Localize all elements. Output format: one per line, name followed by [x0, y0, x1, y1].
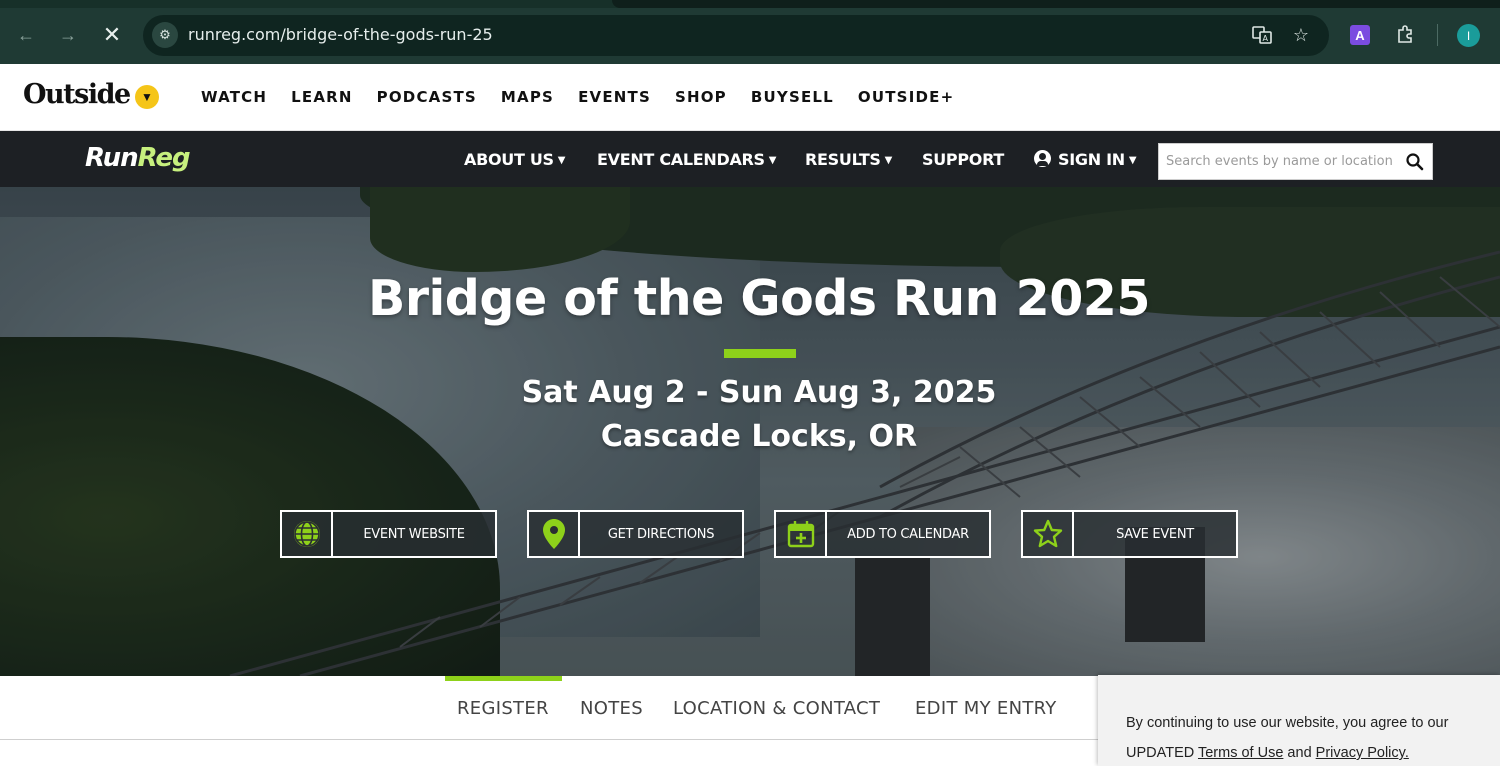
forward-arrow-icon[interactable]: →	[53, 20, 83, 50]
privacy-policy-link[interactable]: Privacy Policy.	[1316, 745, 1409, 761]
globe-icon	[282, 512, 333, 556]
nav-shop[interactable]: SHOP	[675, 88, 727, 106]
url-text[interactable]: runreg.com/bridge-of-the-gods-run-25	[188, 25, 493, 44]
chevron-down-icon[interactable]: ▼	[135, 85, 159, 109]
terms-of-use-link[interactable]: Terms of Use	[1198, 745, 1283, 761]
extension-a-icon[interactable]: A	[1350, 25, 1370, 45]
search-box	[1158, 143, 1433, 180]
cookie-and: and	[1283, 745, 1316, 761]
save-event-button[interactable]: SAVE EVENT	[1021, 510, 1238, 558]
about-us-menu[interactable]: ABOUT US ▼	[464, 150, 565, 169]
user-icon	[1034, 150, 1051, 167]
get-directions-label: GET DIRECTIONS	[607, 526, 715, 542]
nav-events[interactable]: EVENTS	[578, 88, 651, 106]
extensions-puzzle-icon[interactable]	[1394, 24, 1416, 46]
event-calendars-label: EVENT CALENDARS	[597, 150, 765, 169]
nav-outside-plus[interactable]: OUTSIDE+	[858, 88, 954, 106]
runreg-logo[interactable]: RunReg	[85, 143, 191, 173]
nav-buysell[interactable]: BUYSELL	[751, 88, 834, 106]
svg-text:A: A	[1263, 34, 1269, 43]
cookie-banner: By continuing to use our website, you ag…	[1098, 675, 1500, 766]
translate-icon[interactable]: A	[1251, 24, 1273, 46]
logo-run: Run	[85, 143, 139, 173]
nav-maps[interactable]: MAPS	[501, 88, 554, 106]
hero-banner: Bridge of the Gods Run 2025 Sat Aug 2 - …	[0, 187, 1500, 676]
outside-nav-links: WATCH LEARN PODCASTS MAPS EVENTS SHOP BU…	[201, 88, 978, 106]
results-menu[interactable]: RESULTS ▼	[805, 150, 892, 169]
tab-strip-right	[612, 0, 1500, 8]
calendar-plus-icon	[776, 512, 827, 556]
save-event-label: SAVE EVENT	[1116, 526, 1194, 542]
search-input[interactable]	[1159, 144, 1399, 179]
runreg-header: RunReg ABOUT US ▼ EVENT CALENDARS ▼ RESULT…	[0, 131, 1500, 187]
tab-location-contact[interactable]: LOCATION & CONTACT	[673, 698, 880, 719]
search-icon[interactable]	[1405, 152, 1425, 172]
map-pin-icon	[529, 512, 580, 556]
toolbar-divider	[1437, 24, 1438, 46]
title-underline	[724, 349, 796, 358]
sign-in-menu[interactable]: SIGN IN ▼	[1034, 150, 1137, 169]
active-tab-indicator	[445, 676, 562, 681]
support-link[interactable]: SUPPORT	[922, 150, 1004, 169]
tab-notes[interactable]: NOTES	[580, 698, 643, 719]
tab-edit-my-entry[interactable]: EDIT MY ENTRY	[915, 698, 1057, 719]
cookie-message: By continuing to use our website, you ag…	[1126, 708, 1486, 766]
logo-reg: Reg	[137, 143, 191, 173]
add-to-calendar-button[interactable]: ADD TO CALENDAR	[774, 510, 991, 558]
caret-down-icon: ▼	[768, 155, 777, 166]
back-arrow-icon[interactable]: ←	[11, 20, 41, 50]
tab-register[interactable]: REGISTER	[457, 698, 549, 719]
event-website-button[interactable]: EVENT WEBSITE	[280, 510, 497, 558]
nav-learn[interactable]: LEARN	[291, 88, 353, 106]
add-to-calendar-label: ADD TO CALENDAR	[847, 526, 969, 542]
bookmark-star-icon[interactable]: ☆	[1290, 24, 1312, 46]
profile-avatar[interactable]: I	[1457, 24, 1480, 47]
nav-podcasts[interactable]: PODCASTS	[377, 88, 477, 106]
outside-logo[interactable]: Outside	[23, 79, 131, 110]
star-icon	[1023, 512, 1074, 556]
results-label: RESULTS	[805, 150, 881, 169]
event-location: Cascade Locks, OR	[600, 419, 918, 454]
nav-watch[interactable]: WATCH	[201, 88, 267, 106]
caret-down-icon: ▼	[557, 155, 566, 166]
sign-in-label: SIGN IN	[1058, 150, 1125, 169]
stop-loading-icon[interactable]: ✕	[97, 20, 127, 50]
event-calendars-menu[interactable]: EVENT CALENDARS ▼	[597, 150, 776, 169]
caret-down-icon: ▼	[884, 155, 893, 166]
get-directions-button[interactable]: GET DIRECTIONS	[527, 510, 744, 558]
site-settings-icon[interactable]: ⚙	[152, 22, 178, 48]
event-website-label: EVENT WEBSITE	[363, 526, 465, 542]
about-us-label: ABOUT US	[464, 150, 554, 169]
outside-header: Outside ▼ WATCH LEARN PODCASTS MAPS EVEN…	[0, 64, 1500, 131]
event-title: Bridge of the Gods Run 2025	[367, 270, 1151, 327]
event-dates: Sat Aug 2 - Sun Aug 3, 2025	[521, 375, 997, 410]
caret-down-icon: ▼	[1128, 155, 1137, 166]
